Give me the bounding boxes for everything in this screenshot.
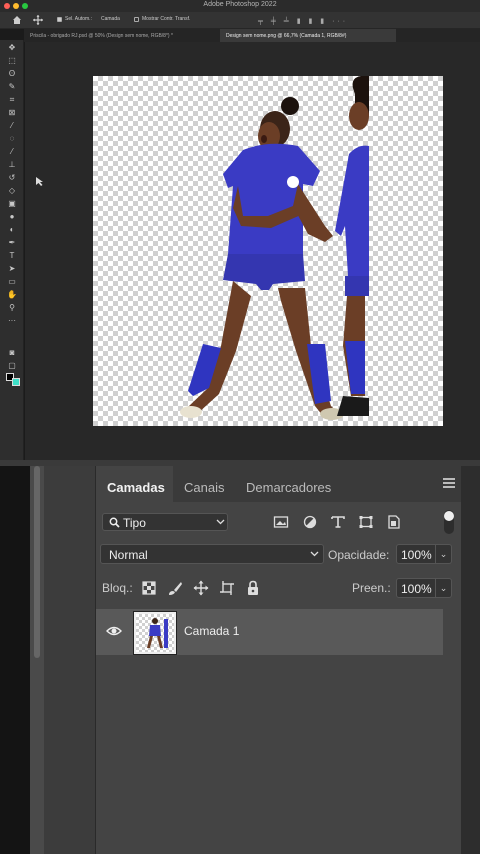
fill-field[interactable]: 100% [396, 578, 436, 598]
lock-transparency-icon[interactable] [141, 580, 157, 596]
eraser-tool-icon[interactable]: ◇ [6, 186, 18, 196]
zoom-tool-icon[interactable]: ⚲ [6, 303, 18, 313]
options-bar: Sel. Autom.: Camada Mostrar Contr. Trans… [0, 12, 480, 29]
players-cutout-image [180, 76, 369, 420]
eye-visibility-icon[interactable] [106, 625, 122, 637]
type-tool-icon[interactable]: T [6, 251, 18, 261]
background-color-swatch[interactable] [12, 378, 20, 386]
layer-thumbnail-image [147, 618, 168, 648]
opacity-label: Opacidade: [328, 548, 390, 562]
filter-type-label: Tipo [123, 516, 146, 530]
screen-mode-icon[interactable]: ▢ [6, 361, 18, 371]
document-tab-1[interactable]: Priscila - obrigado RJ.psd @ 50% (Design… [24, 29, 220, 42]
auto-select-label: Sel. Autom.: [65, 16, 92, 22]
auto-select-checkbox[interactable] [57, 17, 62, 22]
home-icon[interactable] [12, 15, 22, 25]
blend-mode-value: Normal [109, 548, 148, 562]
gradient-tool-icon[interactable]: ▣ [6, 199, 18, 209]
dodge-tool-icon[interactable]: ◐ [6, 225, 18, 235]
filter-adjustment-icon[interactable] [302, 515, 318, 529]
app-title: Adobe Photoshop 2022 [203, 1, 277, 8]
eyedropper-tool-icon[interactable]: ⁄ [6, 121, 18, 131]
tab-channels[interactable]: Canais [184, 480, 224, 495]
search-icon [109, 517, 120, 528]
crop-tool-icon[interactable]: ⌗ [6, 95, 18, 105]
document-tabs: Priscila - obrigado RJ.psd @ 50% (Design… [24, 29, 480, 42]
tools-panel: ✥ ⬚ ʘ ✎ ⌗ ⊠ ⁄ ◌ ⁄ ⊥ ↺ ◇ ▣ ● ◐ ✒ T ➤ ▭ ✋ … [0, 40, 24, 460]
tab-paths[interactable]: Demarcadores [246, 480, 331, 495]
document-canvas[interactable] [93, 76, 443, 426]
mouse-cursor-icon [36, 177, 43, 186]
chevron-down-icon [216, 519, 225, 525]
filter-shape-icon[interactable] [358, 515, 374, 529]
blend-mode-select[interactable]: Normal [100, 544, 324, 564]
layer-filter-select[interactable]: Tipo [102, 513, 228, 531]
quick-mask-icon[interactable]: ◙ [6, 348, 18, 358]
path-select-tool-icon[interactable]: ➤ [6, 264, 18, 274]
align-icons[interactable]: ╤ ╪ ╧ ▮ ▮ ▮ ··· [258, 17, 348, 25]
document-tab-2[interactable]: Design sem nome.png @ 66,7% (Camada 1, R… [220, 29, 396, 42]
brush-tool-icon[interactable]: ⁄ [6, 147, 18, 157]
lock-label: Bloq.: [102, 581, 133, 595]
show-transform-checkbox[interactable] [134, 17, 139, 22]
opacity-slider-button[interactable]: ⌄ [436, 544, 452, 564]
lock-all-icon[interactable] [245, 580, 261, 596]
filter-pixel-icon[interactable] [273, 515, 289, 529]
stamp-tool-icon[interactable]: ⊥ [6, 160, 18, 170]
pen-tool-icon[interactable]: ✒ [6, 238, 18, 248]
quick-select-tool-icon[interactable]: ✎ [6, 82, 18, 92]
blur-tool-icon[interactable]: ● [6, 212, 18, 222]
frame-tool-icon[interactable]: ⊠ [6, 108, 18, 118]
rectangle-tool-icon[interactable]: ▭ [6, 277, 18, 287]
lock-artboard-icon[interactable] [219, 580, 235, 596]
history-brush-tool-icon[interactable]: ↺ [6, 173, 18, 183]
collapsed-panels-strip [44, 466, 96, 854]
move-tool-icon[interactable] [33, 15, 43, 25]
layer-name[interactable]: Camada 1 [184, 624, 239, 638]
lasso-tool-icon[interactable]: ʘ [6, 69, 18, 79]
layer-row[interactable]: Camada 1 [96, 609, 443, 655]
filter-smart-object-icon[interactable] [386, 515, 402, 529]
hand-tool-icon[interactable]: ✋ [6, 290, 18, 300]
title-bar: Adobe Photoshop 2022 [0, 0, 480, 12]
lock-position-move-icon[interactable] [193, 580, 209, 596]
right-edge-strip [461, 466, 480, 854]
spot-heal-tool-icon[interactable]: ◌ [6, 134, 18, 144]
panel-menu-icon[interactable] [443, 478, 455, 488]
opacity-field[interactable]: 100% [396, 544, 436, 564]
left-dark-area [0, 466, 30, 854]
show-transform-label: Mostrar Contr. Transf. [142, 16, 191, 22]
marquee-tool-icon[interactable]: ⬚ [6, 56, 18, 66]
lock-pixels-brush-icon[interactable] [167, 580, 183, 596]
chevron-down-icon [310, 551, 319, 557]
filter-type-icon[interactable] [330, 515, 346, 529]
layer-thumbnail [133, 611, 177, 655]
more-tools-icon[interactable]: ··· [6, 316, 18, 326]
auto-select-dropdown[interactable]: Camada [101, 16, 120, 22]
panel-scrollbar-thumb[interactable] [34, 466, 40, 658]
fill-slider-button[interactable]: ⌄ [436, 578, 452, 598]
layers-panel: Camadas Canais Demarcadores Tipo Normal … [96, 466, 461, 854]
move-tool-icon[interactable]: ✥ [6, 43, 18, 53]
tab-layers[interactable]: Camadas [107, 480, 165, 495]
filter-toggle[interactable] [444, 510, 454, 534]
fill-label: Preen.: [352, 581, 391, 595]
